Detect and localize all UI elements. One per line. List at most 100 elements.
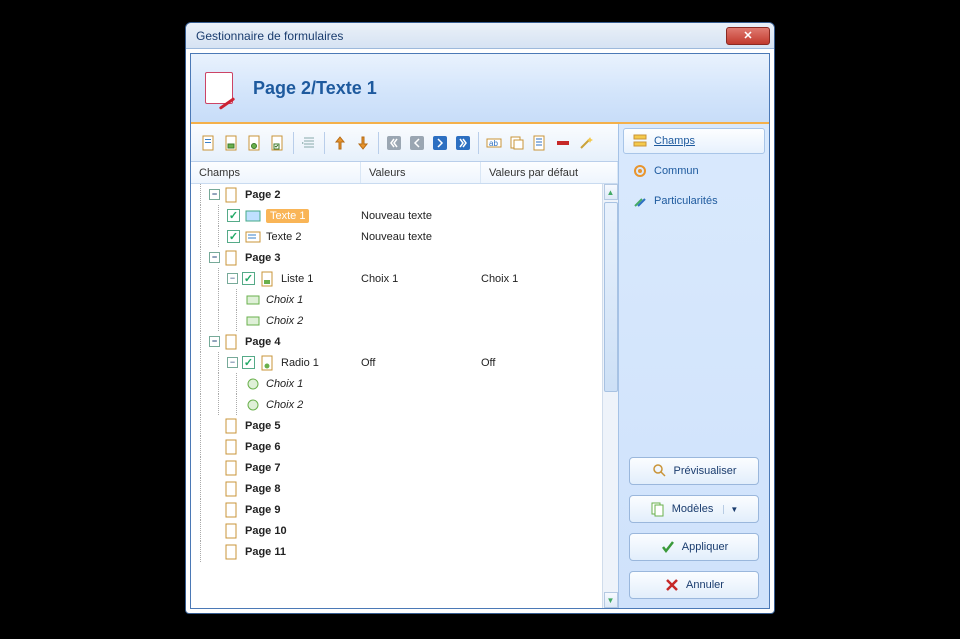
checkbox-icon[interactable]: ✓: [242, 272, 255, 285]
col-defaut[interactable]: Valeurs par défaut: [481, 162, 618, 183]
templates-button[interactable]: Modèles ▼: [629, 495, 759, 523]
tb-separator: [478, 132, 479, 154]
tb-nav-last-icon[interactable]: [453, 133, 473, 153]
fields-icon: [632, 133, 648, 149]
button-label: Prévisualiser: [674, 465, 737, 477]
checkbox-icon[interactable]: ✓: [227, 230, 240, 243]
tb-separator: [324, 132, 325, 154]
tree-label: Choix 1: [266, 294, 303, 306]
tb-page-radio-icon[interactable]: [245, 133, 265, 153]
page-icon: [224, 481, 240, 497]
tab-commun[interactable]: Commun: [623, 158, 765, 184]
tree-label: Texte 2: [266, 231, 301, 243]
inner-frame: Page 2/Texte 1: [190, 53, 770, 609]
tree-field-node[interactable]: ✓Texte 2 Nouveau texte: [191, 226, 602, 247]
close-icon: ✕: [743, 29, 752, 42]
checkbox-icon[interactable]: ✓: [227, 209, 240, 222]
tb-field-copy-icon[interactable]: [507, 133, 527, 153]
tree-choice-node[interactable]: Choix 2: [191, 394, 602, 415]
tb-field-text-icon[interactable]: ab: [484, 133, 504, 153]
tb-nav-prev-icon[interactable]: [407, 133, 427, 153]
tree-label: Page 8: [245, 483, 280, 495]
tb-separator: [293, 132, 294, 154]
chevron-down-icon[interactable]: ▼: [723, 505, 738, 514]
tree-value: Nouveau texte: [361, 210, 481, 222]
header-band: Page 2/Texte 1: [191, 54, 769, 124]
tree-page-node[interactable]: − Page 2: [191, 184, 602, 205]
tab-label: Particularités: [654, 195, 718, 207]
combo-field-icon: [260, 271, 276, 287]
text-field-icon: [245, 208, 261, 224]
collapse-icon[interactable]: −: [209, 252, 220, 263]
checkbox-icon[interactable]: ✓: [242, 356, 255, 369]
tree-value: Choix 1: [361, 273, 481, 285]
scroll-down-icon[interactable]: ▼: [604, 592, 618, 608]
tb-wand-icon[interactable]: [576, 133, 596, 153]
tree-choice-node[interactable]: Choix 1: [191, 289, 602, 310]
radio-option-icon: [245, 376, 261, 392]
tb-separator: [378, 132, 379, 154]
body: ab Champs Valeurs Valeurs par défaut −Pa…: [191, 124, 769, 608]
close-button[interactable]: ✕: [726, 27, 770, 45]
toolbar: ab: [191, 124, 618, 162]
page-icon: [224, 502, 240, 518]
page-icon: [224, 460, 240, 476]
tree-label: Page 6: [245, 441, 280, 453]
tree-page-node[interactable]: Page 6: [191, 436, 602, 457]
tree-label: Page 2: [245, 189, 280, 201]
scrollbar[interactable]: ▲ ▼: [602, 184, 618, 608]
tb-nav-first-icon[interactable]: [384, 133, 404, 153]
tree-page-node[interactable]: Page 7: [191, 457, 602, 478]
tb-field-list-icon[interactable]: [530, 133, 550, 153]
tab-particularites[interactable]: Particularités: [623, 188, 765, 214]
cancel-button[interactable]: Annuler: [629, 571, 759, 599]
page-icon: [224, 544, 240, 560]
page-title: Page 2/Texte 1: [253, 78, 377, 99]
tree-default: Choix 1: [481, 273, 602, 285]
collapse-icon[interactable]: −: [227, 357, 238, 368]
tree-page-node[interactable]: Page 10: [191, 520, 602, 541]
col-champs[interactable]: Champs: [191, 162, 361, 183]
cross-icon: [664, 577, 680, 593]
preview-button[interactable]: Prévisualiser: [629, 457, 759, 485]
dialog-window: Gestionnaire de formulaires ✕ Page 2/Tex…: [185, 22, 775, 614]
collapse-icon[interactable]: −: [209, 189, 220, 200]
scroll-up-icon[interactable]: ▲: [604, 184, 618, 200]
tree-page-node[interactable]: Page 5: [191, 415, 602, 436]
spacer: [623, 218, 765, 452]
tree-page-node[interactable]: Page 9: [191, 499, 602, 520]
apply-button[interactable]: Appliquer: [629, 533, 759, 561]
tb-move-down-icon[interactable]: [353, 133, 373, 153]
column-headers: Champs Valeurs Valeurs par défaut: [191, 162, 618, 184]
tree-choice-node[interactable]: Choix 2: [191, 310, 602, 331]
tree-field-node[interactable]: −✓Liste 1 Choix 1 Choix 1: [191, 268, 602, 289]
tb-delete-icon[interactable]: [553, 133, 573, 153]
tree-choice-node[interactable]: Choix 1: [191, 373, 602, 394]
tab-champs[interactable]: Champs: [623, 128, 765, 154]
collapse-icon[interactable]: −: [209, 336, 220, 347]
tree-page-node[interactable]: −Page 3: [191, 247, 602, 268]
tree-default: Off: [481, 357, 602, 369]
page-icon: [224, 439, 240, 455]
form-edit-icon: [205, 72, 233, 104]
col-valeurs[interactable]: Valeurs: [361, 162, 481, 183]
tree-page-node[interactable]: Page 8: [191, 478, 602, 499]
tb-page-check-icon[interactable]: [268, 133, 288, 153]
tree-page-node[interactable]: Page 11: [191, 541, 602, 562]
tb-move-up-icon[interactable]: [330, 133, 350, 153]
button-label: Modèles: [672, 503, 714, 515]
tb-page-text-icon[interactable]: [199, 133, 219, 153]
titlebar[interactable]: Gestionnaire de formulaires ✕: [186, 23, 774, 49]
tree-field-node[interactable]: −✓Radio 1 Off Off: [191, 352, 602, 373]
collapse-icon[interactable]: −: [227, 273, 238, 284]
tb-nav-next-icon[interactable]: [430, 133, 450, 153]
tree-label: Choix 1: [266, 378, 303, 390]
tree-page-node[interactable]: −Page 4: [191, 331, 602, 352]
tb-indent-icon[interactable]: [299, 133, 319, 153]
tree-view[interactable]: −Page 2 ✓Texte 1 Nouveau texte ✓Texte 2 …: [191, 184, 602, 608]
tb-page-combo-icon[interactable]: [222, 133, 242, 153]
tree-field-node[interactable]: ✓Texte 1 Nouveau texte: [191, 205, 602, 226]
tree-value: Off: [361, 357, 481, 369]
scroll-thumb[interactable]: [604, 202, 618, 392]
page-icon: [224, 250, 240, 266]
